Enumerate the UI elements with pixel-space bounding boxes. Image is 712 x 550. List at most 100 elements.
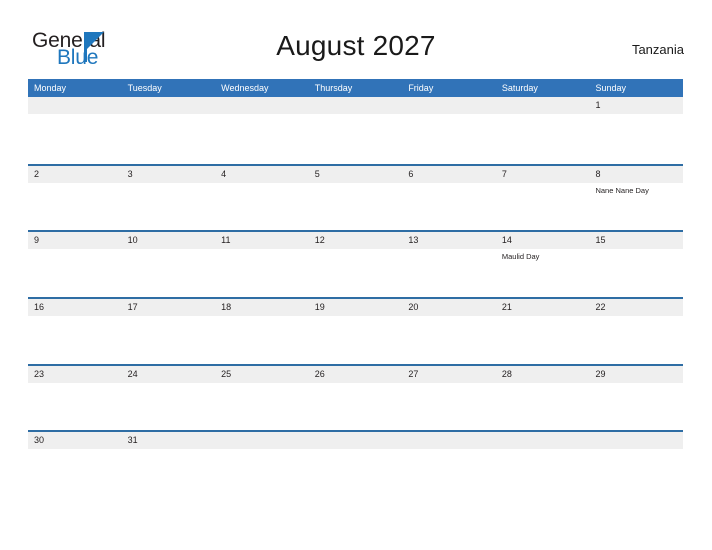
calendar-week-row: 1 (28, 97, 683, 164)
day-number: 26 (314, 368, 325, 379)
calendar-day-cell[interactable]: 31 (122, 432, 216, 497)
week-cells: 16 17 18 19 20 21 22 (28, 299, 683, 364)
day-number: 27 (408, 368, 419, 379)
day-number: 1 (595, 100, 601, 110)
day-number: 2 (34, 168, 40, 179)
calendar-day-cell[interactable]: 12 (309, 232, 403, 297)
calendar-day-cell[interactable]: 23 (28, 366, 122, 431)
day-number: 7 (501, 168, 507, 179)
calendar-day-cell[interactable]: 6 (402, 166, 496, 231)
calendar-day-cell[interactable]: 3 (122, 166, 216, 231)
calendar-day-cell-empty (309, 97, 403, 164)
day-number: 20 (408, 302, 419, 313)
calendar-week-row: 2 3 4 5 6 7 8 Nane Nane Day (28, 163, 683, 231)
day-number: 29 (595, 368, 606, 379)
calendar-day-cell-empty (496, 432, 590, 497)
calendar-grid: Monday Tuesday Wednesday Thursday Friday… (28, 79, 683, 497)
calendar-week-row: 23 24 25 26 27 28 29 (28, 363, 683, 431)
day-number: 19 (314, 302, 325, 313)
week-cells: 30 31 (28, 432, 683, 497)
calendar-day-cell[interactable]: 14 Maulid Day (496, 232, 590, 297)
day-number: 22 (595, 302, 606, 313)
weekday-header-friday: Friday (408, 83, 434, 93)
calendar-day-cell-empty (496, 97, 590, 164)
week-cells: 2 3 4 5 6 7 8 Nane Nane Day (28, 166, 683, 231)
day-number: 4 (221, 168, 227, 179)
weekday-header-row: Monday Tuesday Wednesday Thursday Friday… (28, 79, 683, 97)
calendar-day-cell[interactable]: 10 (122, 232, 216, 297)
calendar-day-cell[interactable]: 20 (402, 299, 496, 364)
calendar-day-cell[interactable]: 24 (122, 366, 216, 431)
page-header: General Blue August 2027 Tanzania (28, 28, 684, 74)
holiday-label: Maulid Day (501, 252, 540, 262)
day-number: 6 (408, 168, 414, 179)
day-number: 28 (501, 368, 512, 379)
day-number: 13 (408, 235, 419, 246)
calendar-day-cell[interactable]: 2 (28, 166, 122, 231)
week-cells: 1 (28, 97, 683, 164)
calendar-day-cell-empty (589, 432, 683, 497)
calendar-day-cell-empty (215, 432, 309, 497)
calendar-week-row: 9 10 11 12 13 14 Maulid Day 15 (28, 230, 683, 297)
country-label: Tanzania (631, 42, 684, 57)
calendar-day-cell[interactable]: 16 (28, 299, 122, 364)
day-number: 25 (221, 368, 232, 379)
calendar-day-cell[interactable]: 9 (28, 232, 122, 297)
calendar-day-cell[interactable]: 30 (28, 432, 122, 497)
day-number: 8 (595, 168, 601, 179)
day-number: 21 (501, 302, 512, 313)
page-title: August 2027 (276, 30, 436, 61)
calendar-day-cell-empty (402, 97, 496, 164)
calendar-day-cell[interactable]: 22 (589, 299, 683, 364)
calendar-day-cell[interactable]: 26 (309, 366, 403, 431)
calendar-week-row: 30 31 (28, 430, 683, 497)
calendar-day-cell[interactable]: 4 (215, 166, 309, 231)
calendar-day-cell[interactable]: 8 Nane Nane Day (589, 166, 683, 231)
day-number: 14 (501, 235, 512, 246)
calendar-day-cell[interactable]: 15 (589, 232, 683, 297)
week-cells: 9 10 11 12 13 14 Maulid Day 15 (28, 232, 683, 297)
calendar-day-cell[interactable]: 29 (589, 366, 683, 431)
weekday-header-saturday: Saturday (501, 83, 538, 93)
weekday-header-thursday: Thursday (314, 83, 353, 93)
day-number: 18 (221, 302, 232, 313)
calendar-day-cell[interactable]: 27 (402, 366, 496, 431)
weekday-header-monday: Monday (34, 83, 67, 93)
calendar-page: General Blue August 2027 Tanzania Monday… (0, 0, 712, 550)
calendar-day-cell[interactable]: 1 (589, 97, 683, 164)
day-number: 3 (127, 168, 133, 179)
day-number: 9 (34, 235, 40, 246)
day-number: 10 (127, 235, 138, 246)
calendar-day-cell-empty (309, 432, 403, 497)
calendar-day-cell[interactable]: 28 (496, 366, 590, 431)
weekday-header-tuesday: Tuesday (127, 83, 162, 93)
calendar-day-cell[interactable]: 25 (215, 366, 309, 431)
holiday-label: Nane Nane Day (595, 185, 649, 195)
calendar-day-cell[interactable]: 7 (496, 166, 590, 231)
day-number: 17 (127, 302, 138, 313)
day-number: 16 (34, 302, 45, 313)
calendar-day-cell[interactable]: 19 (309, 299, 403, 364)
day-number: 31 (127, 435, 138, 446)
calendar-day-cell-empty (28, 97, 122, 164)
week-cells: 23 24 25 26 27 28 29 (28, 366, 683, 431)
day-number: 24 (127, 368, 138, 379)
day-number: 5 (314, 168, 320, 179)
day-number: 11 (221, 235, 231, 246)
day-number: 12 (314, 235, 325, 246)
calendar-day-cell[interactable]: 17 (122, 299, 216, 364)
calendar-day-cell-empty (215, 97, 309, 164)
calendar-day-cell[interactable]: 13 (402, 232, 496, 297)
calendar-week-list: 1 2 3 4 5 6 7 8 Nane Nane Day 9 10 11 12 13 14 Maulid D… (28, 97, 683, 497)
calendar-day-cell[interactable]: 21 (496, 299, 590, 364)
calendar-day-cell-empty (402, 432, 496, 497)
weekday-header-wednesday: Wednesday (221, 83, 269, 93)
calendar-day-cell-empty (122, 97, 216, 164)
calendar-day-cell[interactable]: 11 (215, 232, 309, 297)
day-number: 15 (595, 235, 606, 246)
calendar-day-cell[interactable]: 18 (215, 299, 309, 364)
weekday-header-sunday: Sunday (595, 83, 626, 93)
calendar-day-cell[interactable]: 5 (309, 166, 403, 231)
day-number: 23 (34, 368, 45, 379)
calendar-week-row: 16 17 18 19 20 21 22 (28, 297, 683, 364)
